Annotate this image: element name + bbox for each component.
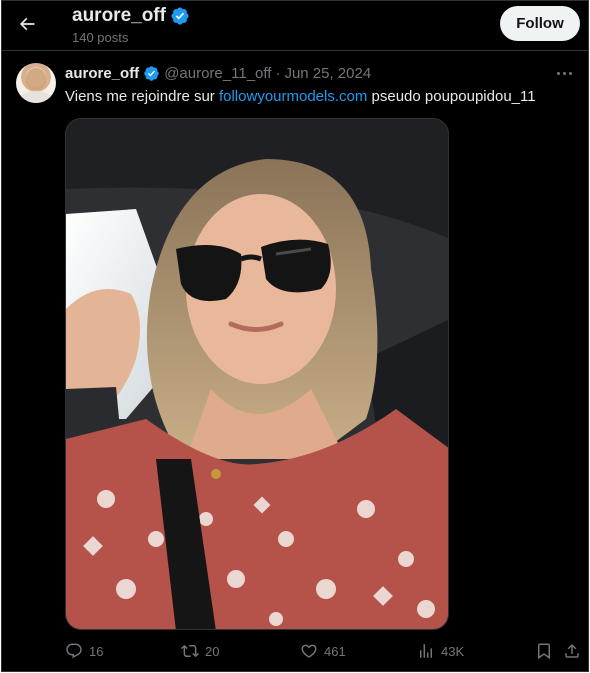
reply-count: 16	[89, 643, 104, 659]
header-title: aurore_off	[72, 5, 190, 27]
bookmark-icon	[538, 643, 550, 660]
back-button[interactable]	[12, 9, 42, 39]
tweet-link[interactable]: followyourmodels.com	[219, 88, 367, 105]
share-icon	[565, 643, 579, 658]
tweet-date[interactable]: Jun 25, 2024	[284, 65, 371, 82]
tweet-meta: aurore_off @aurore_11_off · Jun 25, 2024	[65, 65, 371, 82]
tweet-actions: 16 20 461 43K	[65, 639, 585, 663]
bookmark-button[interactable]	[535, 639, 553, 663]
verified-badge-icon	[170, 6, 190, 26]
repost-button[interactable]: 20	[181, 639, 219, 663]
post-view: aurore_off 140 posts Follow aurore_off @…	[1, 0, 589, 672]
author-handle[interactable]: @aurore_11_off	[164, 65, 271, 82]
author-name[interactable]: aurore_off	[65, 65, 139, 82]
tweet-text: Viens me rejoindre sur followyourmodels.…	[65, 88, 536, 105]
like-button[interactable]: 461	[300, 639, 346, 663]
follow-button[interactable]: Follow	[500, 6, 580, 41]
reply-icon	[66, 643, 82, 659]
views-button[interactable]: 43K	[417, 639, 464, 663]
view-count: 43K	[441, 643, 465, 659]
repost-count: 20	[205, 643, 220, 659]
reply-button[interactable]: 16	[65, 639, 103, 663]
like-count: 461	[324, 643, 346, 659]
repost-icon	[181, 644, 199, 658]
tweet-photo[interactable]	[65, 118, 449, 630]
more-icon[interactable]	[552, 63, 576, 83]
views-icon	[420, 644, 432, 658]
post-count: 140 posts	[72, 30, 129, 45]
tweet-text-after: pseudo poupoupidou_11	[367, 88, 536, 105]
profile-name: aurore_off	[72, 5, 166, 26]
verified-badge-icon	[143, 65, 160, 82]
tweet-text-before: Viens me rejoindre sur	[65, 88, 219, 105]
arrow-left-icon	[19, 17, 35, 31]
meta-separator: ·	[275, 65, 281, 82]
top-bar: aurore_off 140 posts Follow	[2, 1, 588, 51]
avatar[interactable]	[16, 63, 56, 103]
like-icon	[301, 644, 317, 658]
share-button[interactable]	[563, 639, 581, 663]
